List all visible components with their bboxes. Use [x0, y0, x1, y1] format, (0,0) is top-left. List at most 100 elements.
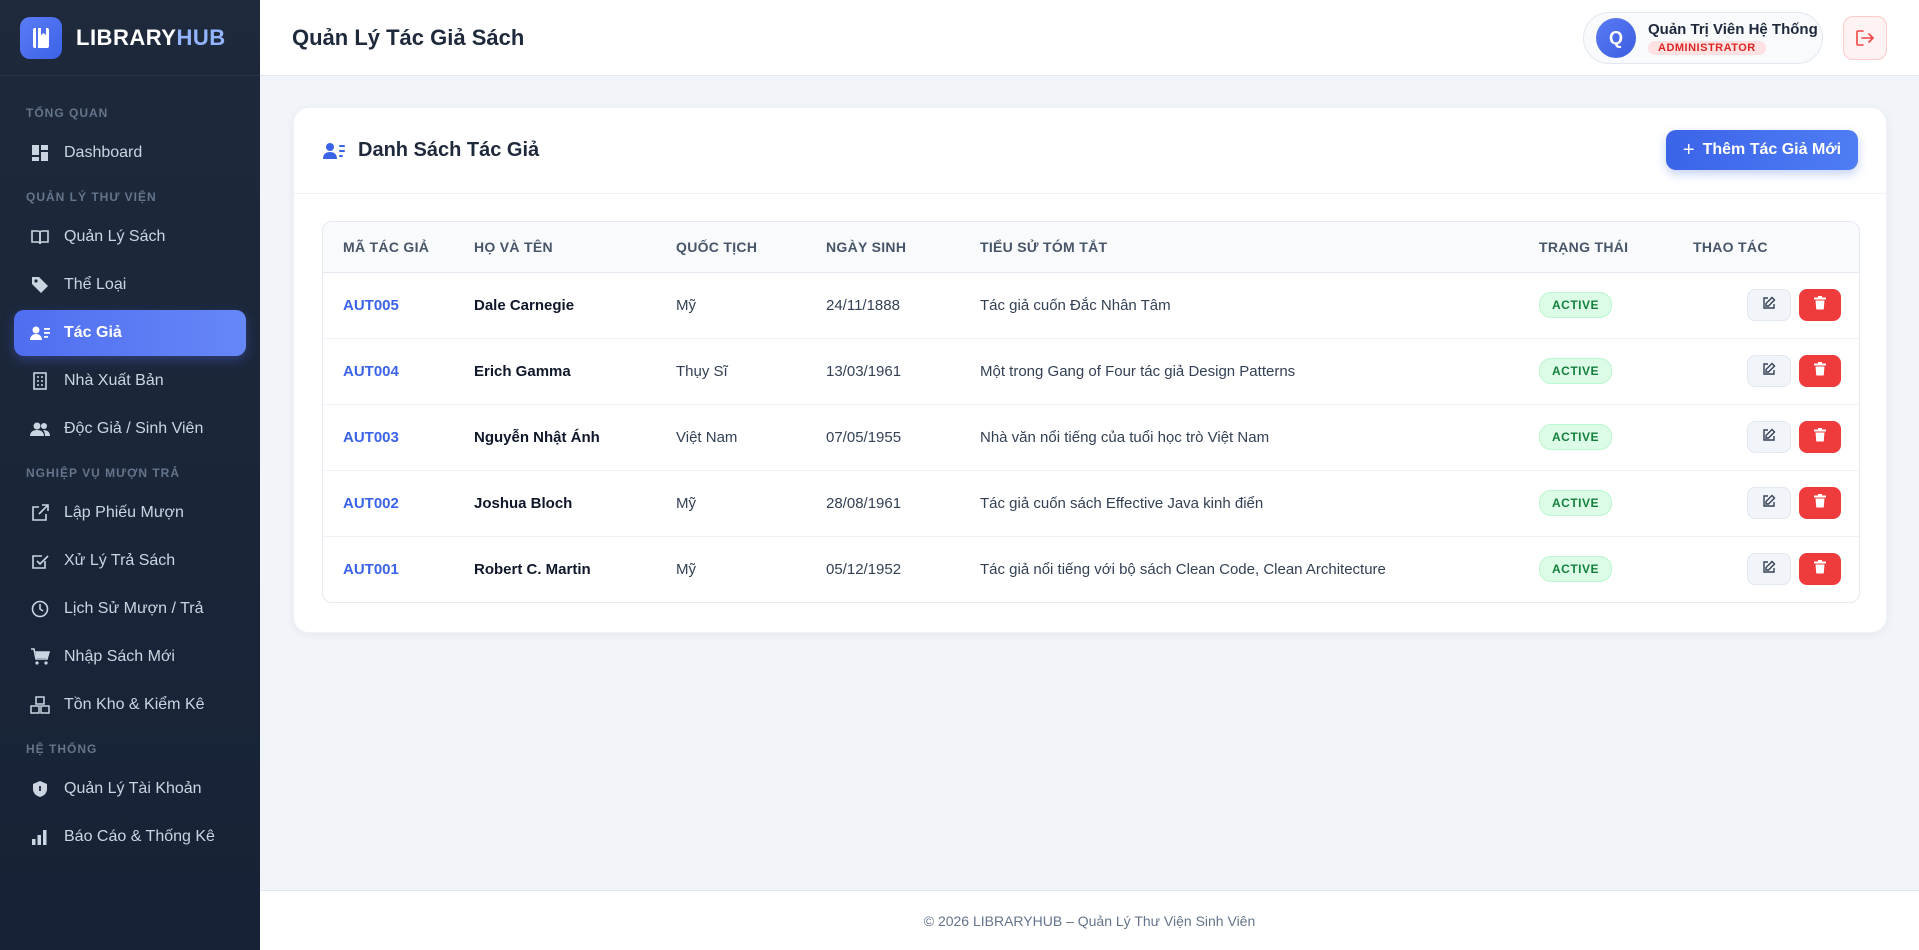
delete-button[interactable]: [1799, 421, 1841, 453]
cell-nationality: Thụy Sĩ: [676, 338, 826, 405]
cell-dob: 07/05/1955: [826, 404, 980, 471]
cell-bio: Tác giả cuốn sách Effective Java kinh đi…: [980, 470, 1539, 537]
sidebar-item-label: Nhà Xuất Bản: [64, 372, 164, 389]
external-link-icon: [30, 503, 50, 523]
clock-icon: [30, 599, 50, 619]
sidebar-item-lap-phieu-muon[interactable]: Lập Phiếu Mượn: [14, 490, 246, 536]
top-header: Quản Lý Tác Giả Sách Q Quản Trị Viên Hệ …: [260, 0, 1919, 76]
bar-chart-icon: [30, 827, 50, 847]
cell-code: AUT002: [323, 470, 474, 537]
sidebar-item-nhap-sach-moi[interactable]: Nhập Sách Mới: [14, 634, 246, 680]
row-actions: [1693, 289, 1859, 321]
sidebar-item-dashboard[interactable]: Dashboard: [14, 130, 246, 176]
cell-name: Nguyễn Nhật Ánh: [474, 404, 676, 471]
cell-code: AUT001: [323, 536, 474, 602]
user-role-badge: ADMINISTRATOR: [1648, 40, 1766, 55]
cell-bio: Một trong Gang of Four tác giả Design Pa…: [980, 338, 1539, 405]
trash-icon: [1814, 560, 1826, 578]
sidebar-item-lich-su-muon-tra[interactable]: Lịch Sử Mượn / Trả: [14, 586, 246, 632]
edit-button[interactable]: [1747, 289, 1791, 321]
author-code-link[interactable]: AUT005: [343, 297, 399, 314]
card-title: Danh Sách Tác Giả: [358, 139, 540, 161]
sidebar-item-xu-ly-tra-sach[interactable]: Xử Lý Trả Sách: [14, 538, 246, 584]
sidebar-item-ton-kho-kiem-ke[interactable]: Tồn Kho & Kiểm Kê: [14, 682, 246, 728]
sidebar-item-label: Lịch Sử Mượn / Trả: [64, 600, 204, 617]
brand-name: LIBRARYHUB: [76, 24, 226, 50]
status-badge: ACTIVE: [1539, 490, 1613, 516]
cell-name: Robert C. Martin: [474, 536, 676, 602]
cell-status: ACTIVE: [1539, 404, 1693, 471]
edit-button[interactable]: [1747, 421, 1791, 453]
cell-status: ACTIVE: [1539, 272, 1693, 339]
status-badge: ACTIVE: [1539, 556, 1613, 583]
edit-button[interactable]: [1747, 553, 1791, 586]
logout-button[interactable]: [1843, 16, 1887, 60]
avatar: Q: [1596, 18, 1636, 58]
column-header-actions: THAO TÁC: [1693, 222, 1859, 273]
author-code-link[interactable]: AUT004: [343, 363, 399, 380]
cell-name: Dale Carnegie: [474, 272, 676, 339]
author-code-link[interactable]: AUT003: [343, 429, 399, 446]
edit-icon: [1762, 560, 1776, 578]
add-author-label: Thêm Tác Giả Mới: [1702, 141, 1842, 158]
author-code-link[interactable]: AUT001: [343, 561, 399, 578]
sidebar-item-doc-gia-sinh-vien[interactable]: Độc Giả / Sinh Viên: [14, 406, 246, 452]
table-row: AUT003 Nguyễn Nhật Ánh Việt Nam 07/05/19…: [323, 404, 1859, 471]
author-name: Joshua Bloch: [474, 494, 573, 512]
author-list-icon: [323, 142, 345, 159]
book-icon: [30, 227, 50, 247]
status-badge: ACTIVE: [1539, 424, 1613, 450]
sidebar-item-quan-ly-tai-khoan[interactable]: Quản Lý Tài Khoản: [14, 766, 246, 812]
user-info: Quản Trị Viên Hệ Thống ADMINISTRATOR: [1648, 21, 1818, 56]
cell-dob: 05/12/1952: [826, 560, 902, 578]
add-author-button[interactable]: + Thêm Tác Giả Mới: [1666, 130, 1858, 170]
author-name: Dale Carnegie: [474, 296, 575, 314]
sidebar-item-label: Tác Giả: [64, 324, 122, 341]
column-header-bio[interactable]: TIỂU SỬ TÓM TẮT: [980, 222, 1539, 273]
delete-button[interactable]: [1799, 289, 1841, 321]
column-header-status[interactable]: TRẠNG THÁI: [1539, 222, 1693, 273]
edit-icon: [1762, 362, 1776, 380]
cell-nationality: Mỹ: [676, 272, 826, 339]
sidebar-nav: TỔNG QUAN Dashboard QUẢN LÝ THƯ VIỆN Quản L…: [0, 76, 260, 860]
cart-icon: [30, 647, 50, 667]
row-actions: [1693, 355, 1859, 387]
delete-button[interactable]: [1799, 487, 1841, 519]
cell-bio: Tác giả cuốn Đắc Nhân Tâm: [980, 272, 1539, 339]
column-header-dob[interactable]: NGÀY SINH: [826, 222, 980, 273]
library-logo-icon: [20, 16, 62, 59]
author-icon: [30, 323, 50, 343]
author-code-link[interactable]: AUT002: [343, 495, 399, 512]
author-list-card: Danh Sách Tác Giả + Thêm Tác Giả Mới MÃ …: [293, 107, 1887, 633]
shield-icon: [30, 779, 50, 799]
brand[interactable]: LIBRARYHUB: [0, 0, 260, 76]
delete-button[interactable]: [1799, 355, 1841, 387]
user-profile[interactable]: Q Quản Trị Viên Hệ Thống ADMINISTRATOR: [1583, 12, 1823, 64]
sidebar-item-the-loai[interactable]: Thể Loại: [14, 262, 246, 308]
author-name: Nguyễn Nhật Ánh: [474, 428, 600, 446]
column-header-name[interactable]: HỌ VÀ TÊN: [474, 222, 676, 273]
edit-icon: [1762, 428, 1776, 446]
sidebar-item-bao-cao-thong-ke[interactable]: Báo Cáo & Thống Kê: [14, 814, 246, 860]
sidebar-item-tac-gia[interactable]: Tác Giả: [14, 310, 246, 356]
sidebar-item-nha-xuat-ban[interactable]: Nhà Xuất Bản: [14, 358, 246, 404]
sidebar-item-label: Báo Cáo & Thống Kê: [64, 828, 215, 845]
dashboard-icon: [30, 143, 50, 163]
status-badge: ACTIVE: [1539, 292, 1613, 318]
sidebar-item-label: Lập Phiếu Mượn: [64, 504, 184, 521]
sidebar: LIBRARYHUB TỔNG QUAN Dashboard QUẢN LÝ THƯ…: [0, 0, 260, 950]
cell-code: AUT005: [323, 272, 474, 339]
sidebar-section-title: TỔNG QUAN: [26, 106, 109, 120]
edit-button[interactable]: [1747, 487, 1791, 519]
sidebar-section-title: QUẢN LÝ THƯ VIỆN: [26, 190, 157, 204]
sidebar-item-quan-ly-sach[interactable]: Quản Lý Sách: [14, 214, 246, 260]
check-square-icon: [30, 551, 50, 571]
cell-dob: 24/11/1888: [826, 272, 980, 339]
edit-button[interactable]: [1747, 355, 1791, 387]
boxes-icon: [30, 695, 50, 715]
column-header-code[interactable]: MÃ TÁC GIẢ: [323, 222, 474, 273]
delete-button[interactable]: [1799, 553, 1841, 586]
sidebar-section-title: HỆ THỐNG: [26, 742, 98, 756]
cell-status: ACTIVE: [1539, 470, 1693, 537]
column-header-nationality[interactable]: QUỐC TỊCH: [676, 222, 826, 273]
